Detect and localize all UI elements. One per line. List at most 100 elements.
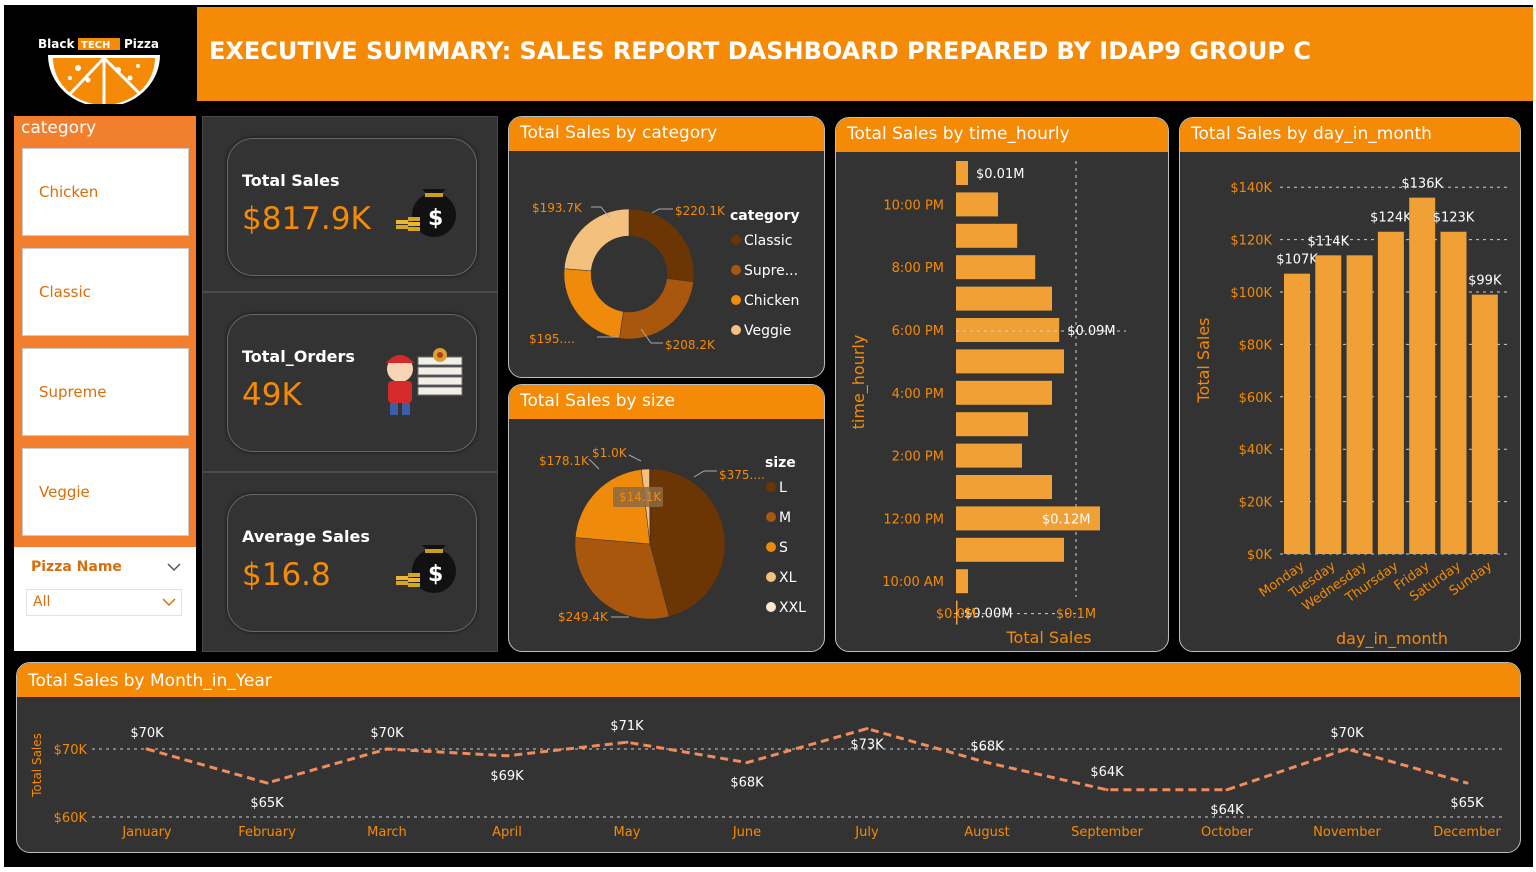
- logo-text-pizza: Pizza: [124, 37, 159, 51]
- pizza-logo-icon: Black TECH Pizza: [38, 37, 160, 107]
- x-tick-label: April: [492, 825, 522, 840]
- data-point-july: [865, 727, 869, 731]
- size-pie-chart[interactable]: $375.... $249.4K $178.1K $14.1K $1.0K size LMS…: [509, 419, 825, 652]
- data-label: $14.1K: [619, 490, 662, 504]
- leader-line: [588, 458, 600, 470]
- panel-header: Total Sales by Month_in_Year: [17, 663, 1520, 697]
- legend-marker: [766, 482, 776, 492]
- chart-title: Total Sales by day_in_month: [1191, 124, 1432, 144]
- data-point-september: [1105, 788, 1109, 792]
- legend-marker: [766, 512, 776, 522]
- bar-700pm: [956, 286, 1052, 311]
- data-label: $64K: [1210, 803, 1244, 818]
- data-label: $1.0K: [592, 446, 628, 460]
- bar-900pm: [956, 223, 1018, 248]
- bar-800pm: [956, 255, 1036, 280]
- size-chart-panel: Total Sales by size $375.... $249.4K $178.…: [508, 384, 825, 652]
- x-tick-label: September: [1071, 825, 1144, 840]
- bar-friday: [1409, 197, 1436, 554]
- y-tick-label: 10:00 PM: [883, 198, 944, 213]
- panel-header: Total Sales by time_hourly: [836, 118, 1168, 152]
- chevron-down-icon[interactable]: [166, 559, 182, 575]
- data-label: $70K: [1330, 726, 1364, 741]
- chart-title: Total Sales by Month_in_Year: [28, 671, 272, 691]
- title-banner: EXECUTIVE SUMMARY: SALES REPORT DASHBOAR…: [197, 7, 1533, 101]
- leader-line: [628, 454, 642, 462]
- bar-600pm: [956, 318, 1060, 342]
- legend-item: L: [779, 480, 787, 496]
- y-tick-label: $100K: [1230, 286, 1272, 301]
- y-tick-label: 6:00 PM: [892, 324, 944, 339]
- legend-marker: [731, 265, 741, 275]
- logo: Black TECH Pizza: [18, 8, 192, 107]
- y-axis-title: Total Sales: [30, 733, 44, 798]
- bar-300pm: [956, 412, 1028, 437]
- y-tick-label: $60K: [54, 811, 88, 826]
- slicer-item-classic[interactable]: Classic: [22, 248, 189, 336]
- x-tick-label: February: [238, 825, 296, 840]
- legend-item: Classic: [744, 233, 792, 249]
- slicer-item-chicken[interactable]: Chicken: [22, 148, 189, 236]
- data-point-february: [265, 781, 269, 785]
- month-line-chart[interactable]: $60K $70K $70K January $65K February $70K March…: [17, 697, 1521, 853]
- bar-1000am: [956, 569, 968, 594]
- data-label: $375....: [719, 468, 765, 482]
- kpi-total-orders-card[interactable]: Total_Orders 49K: [227, 314, 477, 452]
- slicer-item-veggie[interactable]: Veggie: [22, 448, 189, 536]
- data-point-january: [145, 747, 149, 751]
- chart-title: Total Sales by category: [520, 123, 718, 143]
- kpi-average-sales-cell: Average Sales $16.8 $: [202, 472, 498, 652]
- chart-title: Total Sales by size: [520, 391, 675, 411]
- legend-title: size: [765, 455, 796, 471]
- x-tick-label: $0.1M: [1056, 607, 1096, 622]
- data-label: $65K: [1450, 796, 1484, 811]
- data-label: $0.12M: [1042, 512, 1090, 527]
- legend-marker: [766, 602, 776, 612]
- kpi-value: $817.9K: [242, 201, 371, 237]
- x-axis-title: day_in_month: [1336, 629, 1448, 649]
- kpi-total-sales-card[interactable]: Total Sales $817.9K $: [227, 138, 477, 276]
- day-bar-chart[interactable]: $0K$20K$40K$60K$80K$100K$120K$140K$107KM…: [1180, 152, 1521, 652]
- kpi-total-orders-cell: Total_Orders 49K: [202, 292, 498, 472]
- data-label: $68K: [970, 740, 1004, 755]
- category-donut-chart[interactable]: $220.1K $208.2K $195.... $193.7K category Cla…: [509, 151, 825, 378]
- y-tick-label: $60K: [1239, 391, 1273, 406]
- data-label: $249.4K: [558, 610, 609, 624]
- hourly-bar-chart[interactable]: 10:00 AM 12:00 PM 2:00 PM 4:00 PM 6:00 PM 8:0…: [836, 152, 1169, 652]
- x-tick-label: November: [1313, 825, 1381, 840]
- data-label: $70K: [130, 726, 164, 741]
- bar-1100pm: [956, 161, 968, 185]
- panel-header: Total Sales by size: [509, 385, 824, 419]
- x-tick-label: August: [964, 825, 1010, 840]
- pie-slice-chicken: [563, 268, 624, 339]
- y-tick-label: 2:00 PM: [892, 450, 944, 465]
- legend-marker: [731, 295, 741, 305]
- category-slicer: category Chicken Classic Supreme Veggie: [14, 116, 196, 548]
- svg-text:$: $: [428, 206, 443, 231]
- data-label: $195....: [529, 332, 575, 346]
- legend-item: XXL: [779, 600, 806, 616]
- legend-marker: [766, 542, 776, 552]
- data-label: $65K: [250, 796, 284, 811]
- pizza-delivery-icon: [386, 348, 463, 415]
- slicer-item-supreme[interactable]: Supreme: [22, 348, 189, 436]
- data-label: $136K: [1401, 177, 1443, 192]
- y-tick-label: $20K: [1239, 496, 1273, 511]
- data-label: $68K: [730, 776, 764, 791]
- chevron-down-icon: [162, 598, 176, 607]
- bar-200pm: [956, 443, 1022, 468]
- logo-text-tech: TECH: [81, 40, 110, 51]
- data-label: $71K: [610, 719, 644, 734]
- data-label: $178.1K: [539, 454, 590, 468]
- series-line: [146, 727, 1468, 792]
- legend-title: category: [730, 208, 800, 224]
- data-label: $107K: [1276, 253, 1318, 268]
- pizza-name-dropdown[interactable]: All: [26, 589, 182, 616]
- bar-monday: [1284, 273, 1310, 554]
- kpi-average-sales-card[interactable]: Average Sales $16.8 $: [227, 494, 477, 632]
- data-label: $114K: [1307, 234, 1349, 249]
- kpi-label: Average Sales: [242, 527, 370, 546]
- logo-text-black: Black: [38, 37, 75, 51]
- legend-item: M: [779, 510, 791, 526]
- legend-item: Veggie: [744, 323, 791, 339]
